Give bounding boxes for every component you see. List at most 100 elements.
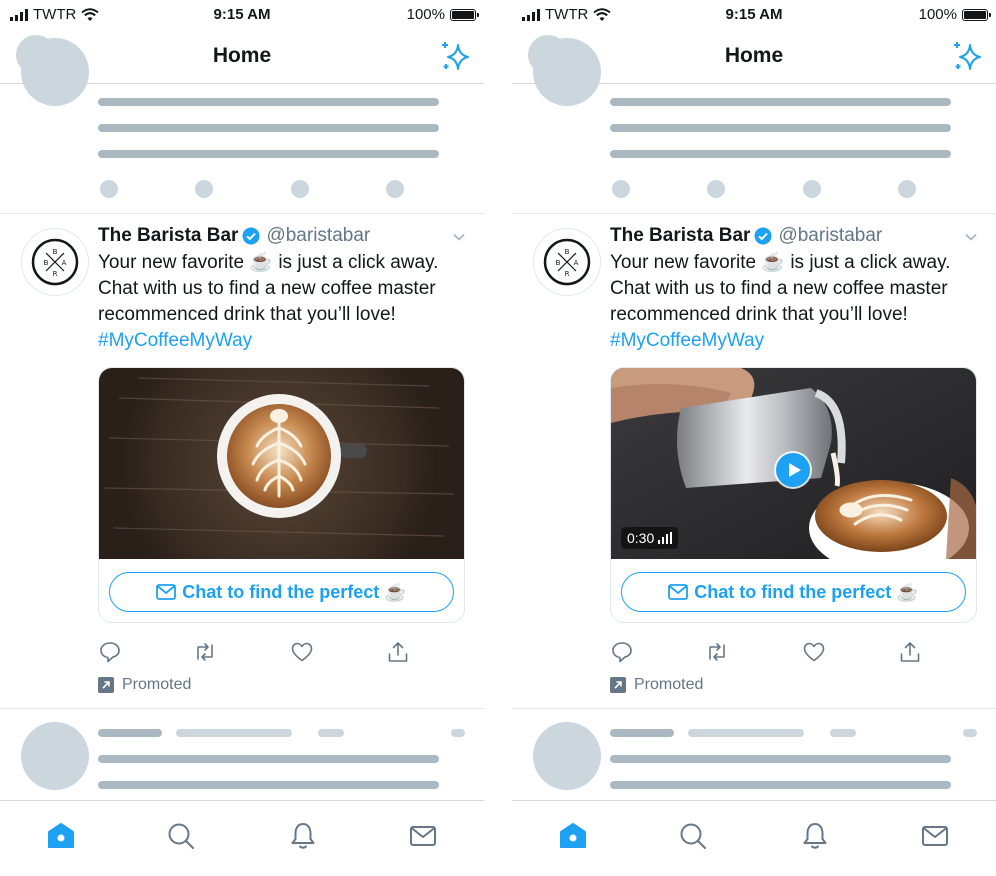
video-duration: 0:30	[627, 530, 655, 546]
promo-card[interactable]: 0:30 Chat to find the perfect ☕	[610, 367, 977, 623]
volume-bars-icon	[658, 532, 673, 544]
skeleton-line	[610, 755, 951, 763]
svg-text:B: B	[565, 248, 570, 256]
skeleton-action	[898, 180, 916, 198]
retweet-icon[interactable]	[705, 640, 729, 664]
skeleton-action	[291, 180, 309, 198]
sparkle-icon[interactable]	[438, 40, 472, 74]
skeleton-line	[451, 729, 465, 737]
envelope-icon	[156, 584, 177, 600]
tweet-text: Your new favorite ☕ is just a click away…	[98, 250, 468, 354]
skeleton-line	[98, 98, 439, 106]
skeleton-line	[610, 781, 951, 789]
hashtag-link[interactable]: #MyCoffeeMyWay	[610, 328, 980, 354]
author-name: The Barista Bar	[610, 225, 751, 246]
tab-bar	[0, 800, 484, 876]
tweet-text-line: recommenced drink that you’ll love!	[610, 304, 908, 325]
barista-bar-logo[interactable]: B B A R	[21, 228, 89, 296]
reply-icon[interactable]	[98, 640, 122, 664]
svg-text:B: B	[53, 248, 58, 256]
status-bar: TWTR 9:15 AM 100%	[0, 0, 484, 30]
verified-badge-icon	[242, 227, 260, 245]
tweet-text-line: recommenced drink that you’ll love!	[98, 304, 396, 325]
skeleton-line	[610, 98, 951, 106]
svg-text:B: B	[44, 259, 49, 267]
latte-art-photo[interactable]	[99, 368, 464, 559]
skeleton-action	[195, 180, 213, 198]
svg-text:B: B	[556, 259, 561, 267]
battery-icon	[962, 8, 991, 21]
skeleton-line	[963, 729, 977, 737]
play-button[interactable]	[774, 451, 812, 489]
skeleton-avatar	[21, 722, 89, 790]
promoted-label: Promoted	[610, 676, 703, 694]
like-icon[interactable]	[802, 640, 826, 664]
svg-text:R: R	[53, 270, 58, 278]
promo-card[interactable]: Chat to find the perfect ☕	[98, 367, 465, 623]
skeleton-line	[688, 729, 804, 737]
tweet-text-line: Your new favorite ☕ is just a click away…	[610, 252, 951, 273]
battery: 100%	[918, 6, 991, 23]
retweet-icon[interactable]	[193, 640, 217, 664]
tweet-text: Your new favorite ☕ is just a click away…	[610, 250, 980, 354]
skeleton-line	[830, 729, 856, 737]
author-name: The Barista Bar	[98, 225, 239, 246]
chat-cta-button[interactable]: Chat to find the perfect ☕	[109, 572, 454, 612]
skeleton-line	[98, 729, 162, 737]
tweet-actions	[610, 640, 930, 664]
skeleton-line	[610, 124, 951, 132]
reply-icon[interactable]	[610, 640, 634, 664]
share-icon[interactable]	[898, 640, 922, 664]
tweet-author[interactable]: The Barista Bar @baristabar	[610, 225, 882, 247]
skeleton-avatar	[533, 38, 601, 106]
envelope-icon	[668, 584, 689, 600]
skeleton-line	[98, 781, 439, 789]
promoted-text: Promoted	[122, 676, 192, 693]
promoted-icon	[610, 677, 626, 693]
author-handle: @baristabar	[266, 225, 371, 246]
skeleton-line	[98, 124, 439, 132]
svg-text:A: A	[62, 259, 67, 267]
tweet-author[interactable]: The Barista Bar @baristabar	[98, 225, 370, 247]
battery-icon	[450, 8, 479, 21]
tweet-actions	[98, 640, 418, 664]
status-bar: TWTR 9:15 AM 100%	[512, 0, 996, 30]
barista-bar-logo[interactable]: B B A R	[533, 228, 601, 296]
home-icon[interactable]	[558, 821, 588, 851]
messages-icon[interactable]	[920, 821, 950, 851]
logo-badge-icon: B B A R	[543, 238, 591, 286]
battery-percent: 100%	[918, 6, 957, 23]
chevron-down-icon[interactable]	[964, 230, 978, 244]
milk-pour-video[interactable]: 0:30	[611, 368, 976, 559]
skeleton-line	[98, 150, 439, 158]
play-icon	[776, 453, 810, 487]
hashtag-link[interactable]: #MyCoffeeMyWay	[98, 328, 468, 354]
messages-icon[interactable]	[408, 821, 438, 851]
promoted-text: Promoted	[634, 676, 704, 693]
phone-screen-video-variant: TWTR 9:15 AM 100% Home B B A R The Baris…	[512, 0, 996, 876]
cta-label: Chat to find the perfect ☕	[182, 581, 407, 602]
svg-text:R: R	[565, 270, 570, 278]
chat-cta-button[interactable]: Chat to find the perfect ☕	[621, 572, 966, 612]
notifications-icon[interactable]	[800, 821, 830, 851]
tweet-text-line: Chat with us to find a new coffee master	[98, 278, 436, 299]
share-icon[interactable]	[386, 640, 410, 664]
search-icon[interactable]	[166, 821, 196, 851]
divider	[0, 708, 484, 709]
skeleton-action	[803, 180, 821, 198]
divider	[512, 213, 996, 214]
battery: 100%	[407, 6, 479, 23]
divider	[0, 213, 484, 214]
chevron-down-icon[interactable]	[452, 230, 466, 244]
like-icon[interactable]	[290, 640, 314, 664]
divider	[512, 708, 996, 709]
svg-text:A: A	[574, 259, 579, 267]
notifications-icon[interactable]	[288, 821, 318, 851]
home-icon[interactable]	[46, 821, 76, 851]
sparkle-icon[interactable]	[950, 40, 984, 74]
cta-label: Chat to find the perfect ☕	[694, 581, 919, 602]
latte-photo-image	[99, 368, 464, 559]
search-icon[interactable]	[678, 821, 708, 851]
verified-badge-icon	[754, 227, 772, 245]
author-handle: @baristabar	[778, 225, 883, 246]
